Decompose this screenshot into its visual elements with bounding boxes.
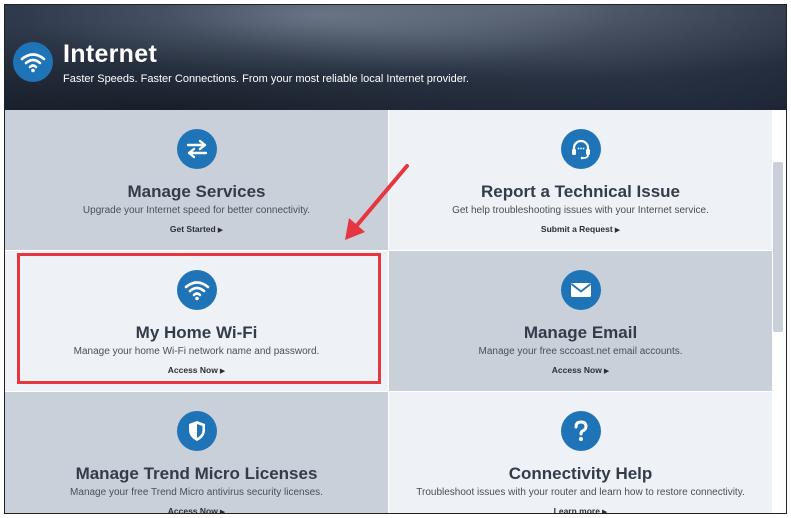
tile-description: Troubleshoot issues with your router and… [416,487,745,498]
chevron-right-icon: ▶ [219,509,226,514]
envelope-icon [560,270,601,310]
scrollbar-thumb[interactable] [773,162,783,332]
tile-connectivity-help[interactable]: Connectivity Help Troubleshoot issues wi… [389,392,772,514]
tile-title: Manage Services [127,182,266,201]
chevron-right-icon: ▶ [614,227,621,234]
chevron-right-icon: ▶ [217,227,224,234]
access-now-link[interactable]: Access Now ▶ [5,506,388,514]
tile-title: Manage Trend Micro Licenses [75,464,318,483]
tile-title: Connectivity Help [508,464,653,483]
link-label: Access Now [167,506,218,514]
page-frame: Internet Faster Speeds. Faster Connectio… [4,4,787,514]
link-label: Get Started [169,224,216,234]
hero-banner: Internet Faster Speeds. Faster Connectio… [5,5,786,110]
tile-description: Manage your home Wi-Fi network name and … [73,346,320,357]
tile-manage-email[interactable]: Manage Email Manage your free sccoast.ne… [389,251,772,391]
access-now-link[interactable]: Access Now ▶ [5,365,388,375]
link-label: Submit a Request [540,224,613,234]
link-label: Access Now [167,365,218,375]
question-icon [560,411,601,451]
wifi-icon [176,270,217,310]
access-now-link[interactable]: Access Now ▶ [389,365,772,375]
submit-request-link[interactable]: Submit a Request ▶ [389,224,772,234]
link-label: Learn more [553,506,600,514]
chevron-right-icon: ▶ [601,509,608,514]
vertical-scrollbar[interactable] [772,110,786,513]
swap-arrows-icon [176,129,217,169]
headset-icon [560,129,601,169]
tile-title: Report a Technical Issue [480,182,681,201]
tile-description: Manage your free Trend Micro antivirus s… [70,487,323,498]
tile-description: Manage your free sccoast.net email accou… [478,346,683,357]
tile-manage-services[interactable]: Manage Services Upgrade your Internet sp… [5,110,388,250]
chevron-right-icon: ▶ [219,368,226,375]
page-title: Internet [63,40,158,68]
tile-description: Upgrade your Internet speed for better c… [82,205,311,216]
service-tiles-grid: Manage Services Upgrade your Internet sp… [5,110,772,513]
learn-more-link[interactable]: Learn more ▶ [389,506,772,514]
tile-report-technical-issue[interactable]: Report a Technical Issue Get help troubl… [389,110,772,250]
tile-my-home-wifi[interactable]: My Home Wi-Fi Manage your home Wi-Fi net… [5,251,388,391]
tile-title: Manage Email [523,323,638,342]
tile-description: Get help troubleshooting issues with you… [452,205,709,216]
wifi-icon [13,42,53,82]
chevron-right-icon: ▶ [603,368,610,375]
link-label: Access Now [551,365,602,375]
shield-icon [176,411,217,451]
page-subtitle: Faster Speeds. Faster Connections. From … [63,73,469,85]
tile-title: My Home Wi-Fi [135,323,258,342]
get-started-link[interactable]: Get Started ▶ [5,224,388,234]
tile-manage-trend-micro-licenses[interactable]: Manage Trend Micro Licenses Manage your … [5,392,388,514]
